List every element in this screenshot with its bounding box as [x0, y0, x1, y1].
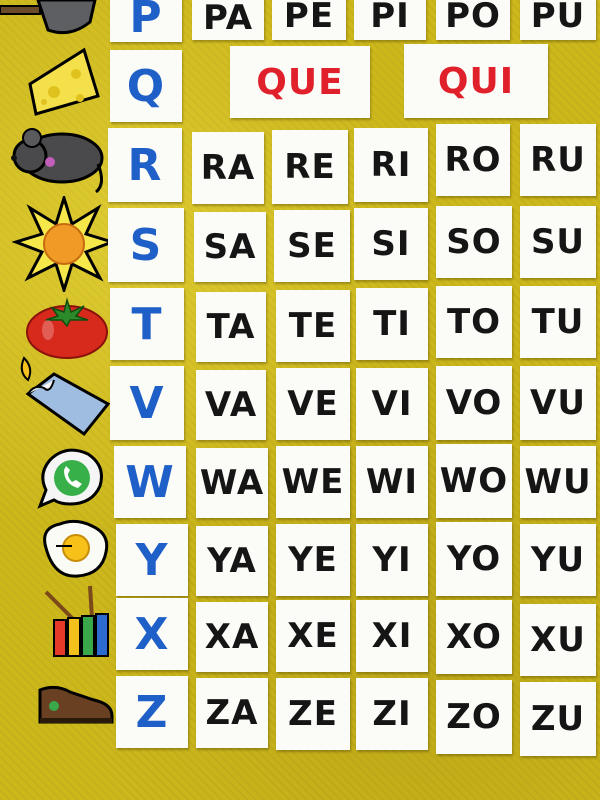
letter-card-p: P: [110, 0, 182, 43]
tomato-icon: [24, 296, 110, 360]
syllable-card: VI: [356, 368, 428, 440]
syllable-card: XU: [520, 604, 596, 676]
syllable-card: PO: [436, 0, 510, 40]
syllable-card: WA: [196, 448, 268, 518]
syllable-card: ZE: [276, 678, 350, 750]
letter-card-z: Z: [116, 676, 188, 748]
syllable-card: TE: [276, 290, 350, 362]
cheese-icon: [24, 44, 104, 122]
syllable-card: VA: [196, 370, 266, 440]
syllable-card: YA: [196, 526, 268, 596]
syllable-card: SU: [520, 206, 596, 278]
syllable-card: YI: [356, 524, 428, 596]
shoe-icon: [36, 680, 116, 726]
syllable-card: RA: [192, 132, 264, 204]
syllable-card-que: QUE: [230, 46, 370, 118]
syllable-card: VU: [520, 366, 596, 440]
syllable-board: P PA PE PI PO PU Q QUE QUI R RA RE RI RO…: [0, 0, 600, 800]
candle-icon: [14, 354, 111, 438]
letter-card-r: R: [108, 128, 182, 202]
syllable-card: SA: [194, 212, 266, 282]
syllable-card: XI: [356, 600, 428, 672]
syllable-card: PI: [354, 0, 426, 40]
syllable-card: ZU: [520, 682, 596, 756]
syllable-card: RO: [436, 124, 510, 196]
letter-card-v: V: [110, 366, 184, 440]
syllable-card: RI: [354, 128, 428, 202]
syllable-card: WI: [356, 446, 428, 518]
syllable-card: XO: [436, 600, 512, 674]
syllable-card: TU: [520, 286, 596, 358]
syllable-card: PU: [520, 0, 596, 40]
whatsapp-icon: [30, 446, 108, 512]
letter-card-x: X: [116, 598, 188, 670]
syllable-card: YU: [520, 524, 596, 596]
syllable-card: XA: [196, 602, 268, 672]
syllable-card: PE: [272, 0, 346, 40]
fried-egg-icon: [36, 518, 112, 580]
letter-card-y: Y: [116, 524, 188, 596]
xylophone-icon: [40, 582, 116, 662]
syllable-card: VO: [436, 366, 512, 440]
syllable-card: YO: [436, 522, 512, 596]
shovel-icon: [0, 0, 100, 40]
letter-card-q: Q: [110, 50, 182, 122]
sun-icon: [11, 192, 117, 296]
letter-card-s: S: [108, 208, 184, 282]
syllable-card: TA: [196, 292, 266, 362]
syllable-card: ZI: [356, 678, 428, 750]
syllable-card-qui: QUI: [404, 44, 548, 118]
letter-card-t: T: [110, 288, 184, 360]
letter-card-w: W: [114, 446, 186, 518]
syllable-card: SI: [354, 208, 428, 280]
syllable-card: TO: [436, 286, 512, 358]
syllable-card: YE: [276, 524, 350, 596]
syllable-card: ZA: [196, 678, 268, 748]
syllable-card: RE: [272, 130, 348, 204]
syllable-card: SO: [436, 206, 512, 278]
syllable-card: SE: [274, 210, 350, 282]
syllable-card: TI: [356, 288, 428, 360]
syllable-card: XE: [276, 600, 350, 672]
syllable-card: WO: [436, 444, 512, 518]
syllable-card: RU: [520, 124, 596, 196]
syllable-card: WU: [520, 446, 596, 518]
syllable-card: PA: [192, 0, 264, 40]
syllable-card: VE: [276, 368, 350, 440]
rat-icon: [6, 124, 110, 196]
syllable-card: WE: [276, 446, 350, 518]
syllable-card: ZO: [436, 680, 512, 754]
